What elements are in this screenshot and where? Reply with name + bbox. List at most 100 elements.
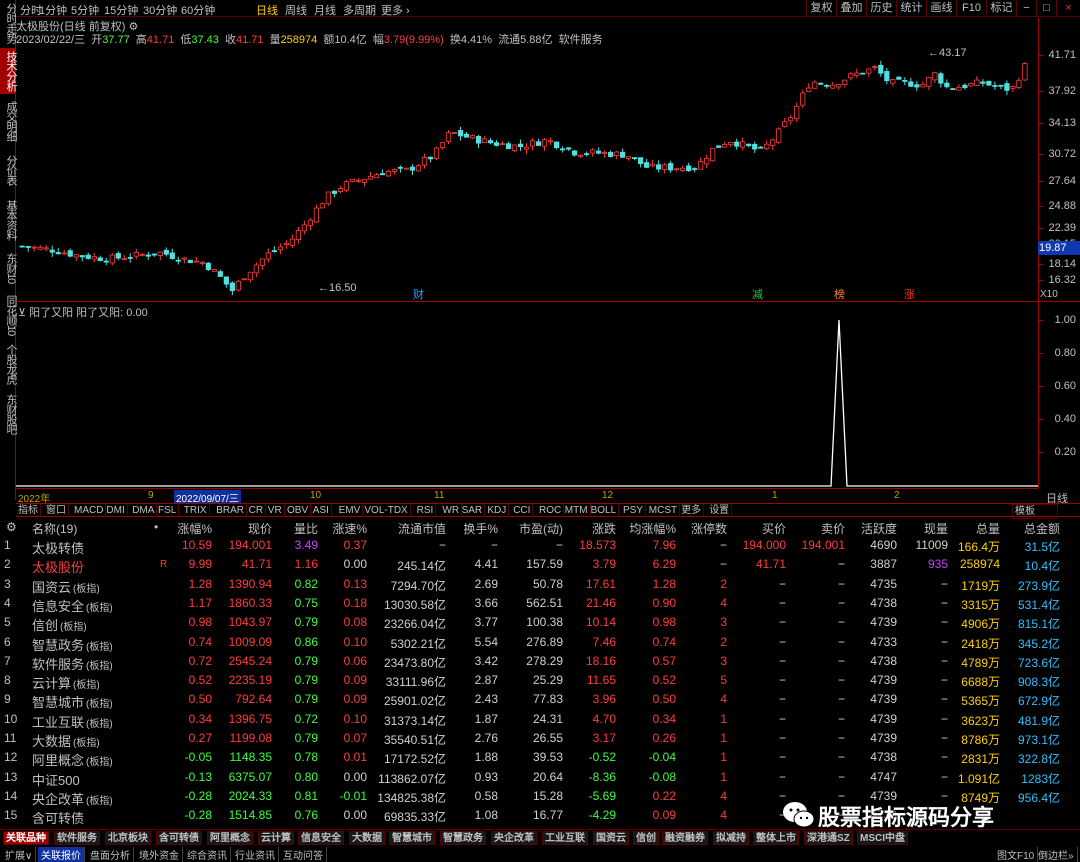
indicator-tab-0[interactable]: 指标	[16, 504, 41, 517]
column-header-5[interactable]: 涨速%	[332, 520, 367, 537]
toolbar-btn-9[interactable]: ×	[1056, 0, 1080, 16]
indicator-tab-14[interactable]: RSI	[415, 504, 437, 517]
column-header-7[interactable]: 换手%	[463, 520, 498, 537]
event-label-2[interactable]: 榜	[834, 287, 845, 301]
indicator-tab-24[interactable]: 更多	[679, 504, 705, 517]
bottom-right-btn-1[interactable]: 倒边栏»	[1035, 847, 1078, 862]
indicator-chart[interactable]	[16, 318, 1038, 488]
sector-tab-15[interactable]: 拟减持	[713, 831, 749, 845]
toolbar-btn-3[interactable]: 统计	[896, 0, 926, 16]
sidebar-tab-1[interactable]: 技术分析	[0, 48, 17, 94]
bottom-tab-3[interactable]: 境外资金	[136, 847, 183, 862]
toolbar-btn-8[interactable]: □	[1036, 0, 1056, 16]
toolbar-btn-4[interactable]: 画线	[926, 0, 956, 16]
period-tab-4[interactable]: 30分钟	[143, 2, 177, 18]
bottom-right-btn-0[interactable]: 图文F10	[994, 847, 1039, 862]
table-row[interactable]: 11 大数据 (板指) 0.27 1199.08 0.79 0.07 35540.51亿 2.7…	[0, 729, 1080, 749]
column-header-15[interactable]: 现量	[924, 520, 948, 537]
indicator-tab-3[interactable]: DMI	[104, 504, 128, 517]
table-row[interactable]: 1 太极转债 10.59 194.001 3.49 0.37 − − − 18.573 7.96 − 1…	[0, 536, 1080, 556]
column-header-17[interactable]: 总金额	[1024, 520, 1060, 537]
period-tab-5[interactable]: 60分钟	[181, 2, 215, 18]
toolbar-btn-5[interactable]: F10	[956, 0, 986, 16]
toolbar-btn-7[interactable]: −	[1016, 0, 1036, 16]
indicator-tab-10[interactable]: OBV	[285, 504, 312, 517]
toolbar-btn-2[interactable]: 历史	[866, 0, 896, 16]
sector-tab-0[interactable]: 关联品种	[3, 831, 49, 845]
indicator-tab-21[interactable]: BOLL	[589, 504, 620, 517]
column-header-2[interactable]: 涨幅%	[177, 520, 212, 537]
period-tab-7[interactable]: 周线	[285, 2, 307, 18]
indicator-tab-5[interactable]: FSL	[156, 504, 180, 517]
toolbar-btn-1[interactable]: 叠加	[836, 0, 866, 16]
table-row[interactable]: 12 阿里概念 (板指) -0.05 1148.35 0.78 0.01 17172.52亿 1…	[0, 748, 1080, 768]
column-header-0[interactable]: 名称(19)	[32, 520, 77, 537]
indicator-tab-16[interactable]: SAR	[460, 504, 486, 517]
toolbar-btn-6[interactable]: 标记	[986, 0, 1016, 16]
column-header-11[interactable]: 涨停数	[691, 520, 727, 537]
indicator-tab-6[interactable]: TRIX	[182, 504, 210, 517]
pane-divider[interactable]	[16, 301, 1080, 302]
table-row[interactable]: 7 软件服务 (板指) 0.72 2545.24 0.79 0.06 23473.80亿 3.4…	[0, 652, 1080, 672]
sector-tab-14[interactable]: 融资融券	[662, 831, 708, 845]
indicator-tab-9[interactable]: VR	[266, 504, 285, 517]
table-row[interactable]: 2 太极股份 R 9.99 41.71 1.16 0.00 245.14亿 4.41 157.59…	[0, 555, 1080, 575]
sidebar-tab-2[interactable]: 成交明细	[0, 98, 17, 144]
sector-tab-3[interactable]: 含可转债	[156, 831, 202, 845]
table-row[interactable]: 8 云计算 (板指) 0.52 2235.19 0.79 0.09 33111.96亿 2.87…	[0, 671, 1080, 691]
bottom-tab-5[interactable]: 行业资讯	[232, 847, 279, 862]
sector-tab-13[interactable]: 信创	[633, 831, 659, 845]
table-row[interactable]: 5 信创 (板指) 0.98 1043.97 0.79 0.08 23266.04亿 3.77 1…	[0, 613, 1080, 633]
table-row[interactable]: 10 工业互联 (板指) 0.34 1396.75 0.72 0.10 31373.14亿 1.…	[0, 710, 1080, 730]
period-tab-8[interactable]: 月线	[314, 2, 336, 18]
settings-gear-icon[interactable]: ⚙	[6, 520, 17, 534]
candlestick-chart[interactable]: ←43.17 ←16.50 财 减 榜 涨	[16, 45, 1038, 301]
indicator-tab-7[interactable]: BRAR	[214, 504, 247, 517]
sector-tab-1[interactable]: 软件服务	[54, 831, 100, 845]
sector-tab-10[interactable]: 央企改革	[491, 831, 537, 845]
sector-tab-6[interactable]: 信息安全	[298, 831, 344, 845]
period-tab-1[interactable]: 1分钟	[39, 2, 67, 18]
column-header-8[interactable]: 市盈(动)	[519, 520, 563, 537]
period-tab-10[interactable]: 更多 ›	[381, 2, 410, 18]
table-row[interactable]: 4 信息安全 (板指) 1.17 1860.33 0.75 0.18 13030.58亿 3.6…	[0, 594, 1080, 614]
sector-tab-8[interactable]: 智慧城市	[389, 831, 435, 845]
indicator-tab-19[interactable]: ROC	[537, 504, 565, 517]
event-label-0[interactable]: 财	[413, 287, 424, 301]
sector-tab-9[interactable]: 智慧政务	[440, 831, 486, 845]
bottom-tab-0[interactable]: 扩展∨	[2, 847, 37, 862]
column-header-13[interactable]: 卖价	[821, 520, 845, 537]
column-header-10[interactable]: 均涨幅%	[629, 520, 676, 537]
indicator-tab-17[interactable]: KDJ	[485, 504, 510, 517]
column-header-3[interactable]: 现价	[248, 520, 272, 537]
sidebar-tab-5[interactable]: 东财10	[0, 248, 17, 288]
toolbar-btn-0[interactable]: 复权	[806, 0, 836, 16]
period-tab-9[interactable]: 多周期	[343, 2, 376, 18]
period-tab-2[interactable]: 5分钟	[71, 2, 99, 18]
indicator-tab-18[interactable]: CCI	[511, 504, 534, 517]
period-tab-6[interactable]: 日线	[256, 2, 278, 18]
column-header-6[interactable]: 流通市值	[398, 520, 446, 537]
column-header-14[interactable]: 活跃度	[861, 520, 897, 537]
sector-tab-5[interactable]: 云计算	[258, 831, 294, 845]
indicator-tab-1[interactable]: 窗口	[44, 504, 69, 517]
bottom-tab-2[interactable]: 盘面分析	[87, 847, 134, 862]
column-header-16[interactable]: 总量	[976, 520, 1000, 537]
sidebar-tab-0[interactable]: 分时走势	[0, 0, 17, 46]
template-button[interactable]: 模板	[1012, 504, 1058, 519]
sector-tab-12[interactable]: 国资云	[593, 831, 629, 845]
sidebar-tab-6[interactable]: 同花顺10	[0, 292, 17, 338]
indicator-tab-23[interactable]: MCST	[647, 504, 681, 517]
sector-tab-11[interactable]: 工业互联	[542, 831, 588, 845]
event-label-1[interactable]: 减	[752, 288, 763, 301]
sector-tab-18[interactable]: MSCI中盘	[857, 831, 908, 845]
indicator-tab-11[interactable]: ASI	[311, 504, 332, 517]
table-row[interactable]: 3 国资云 (板指) 1.28 1390.94 0.82 0.13 7294.70亿 2.69 5…	[0, 575, 1080, 595]
column-header-1[interactable]: •	[154, 520, 158, 534]
indicator-tab-8[interactable]: CR	[247, 504, 267, 517]
sector-tab-2[interactable]: 北京板块	[105, 831, 151, 845]
bottom-tab-6[interactable]: 互动问答	[280, 847, 327, 862]
column-header-12[interactable]: 买价	[762, 520, 786, 537]
column-header-4[interactable]: 量比	[294, 520, 318, 537]
period-tab-3[interactable]: 15分钟	[104, 2, 138, 18]
